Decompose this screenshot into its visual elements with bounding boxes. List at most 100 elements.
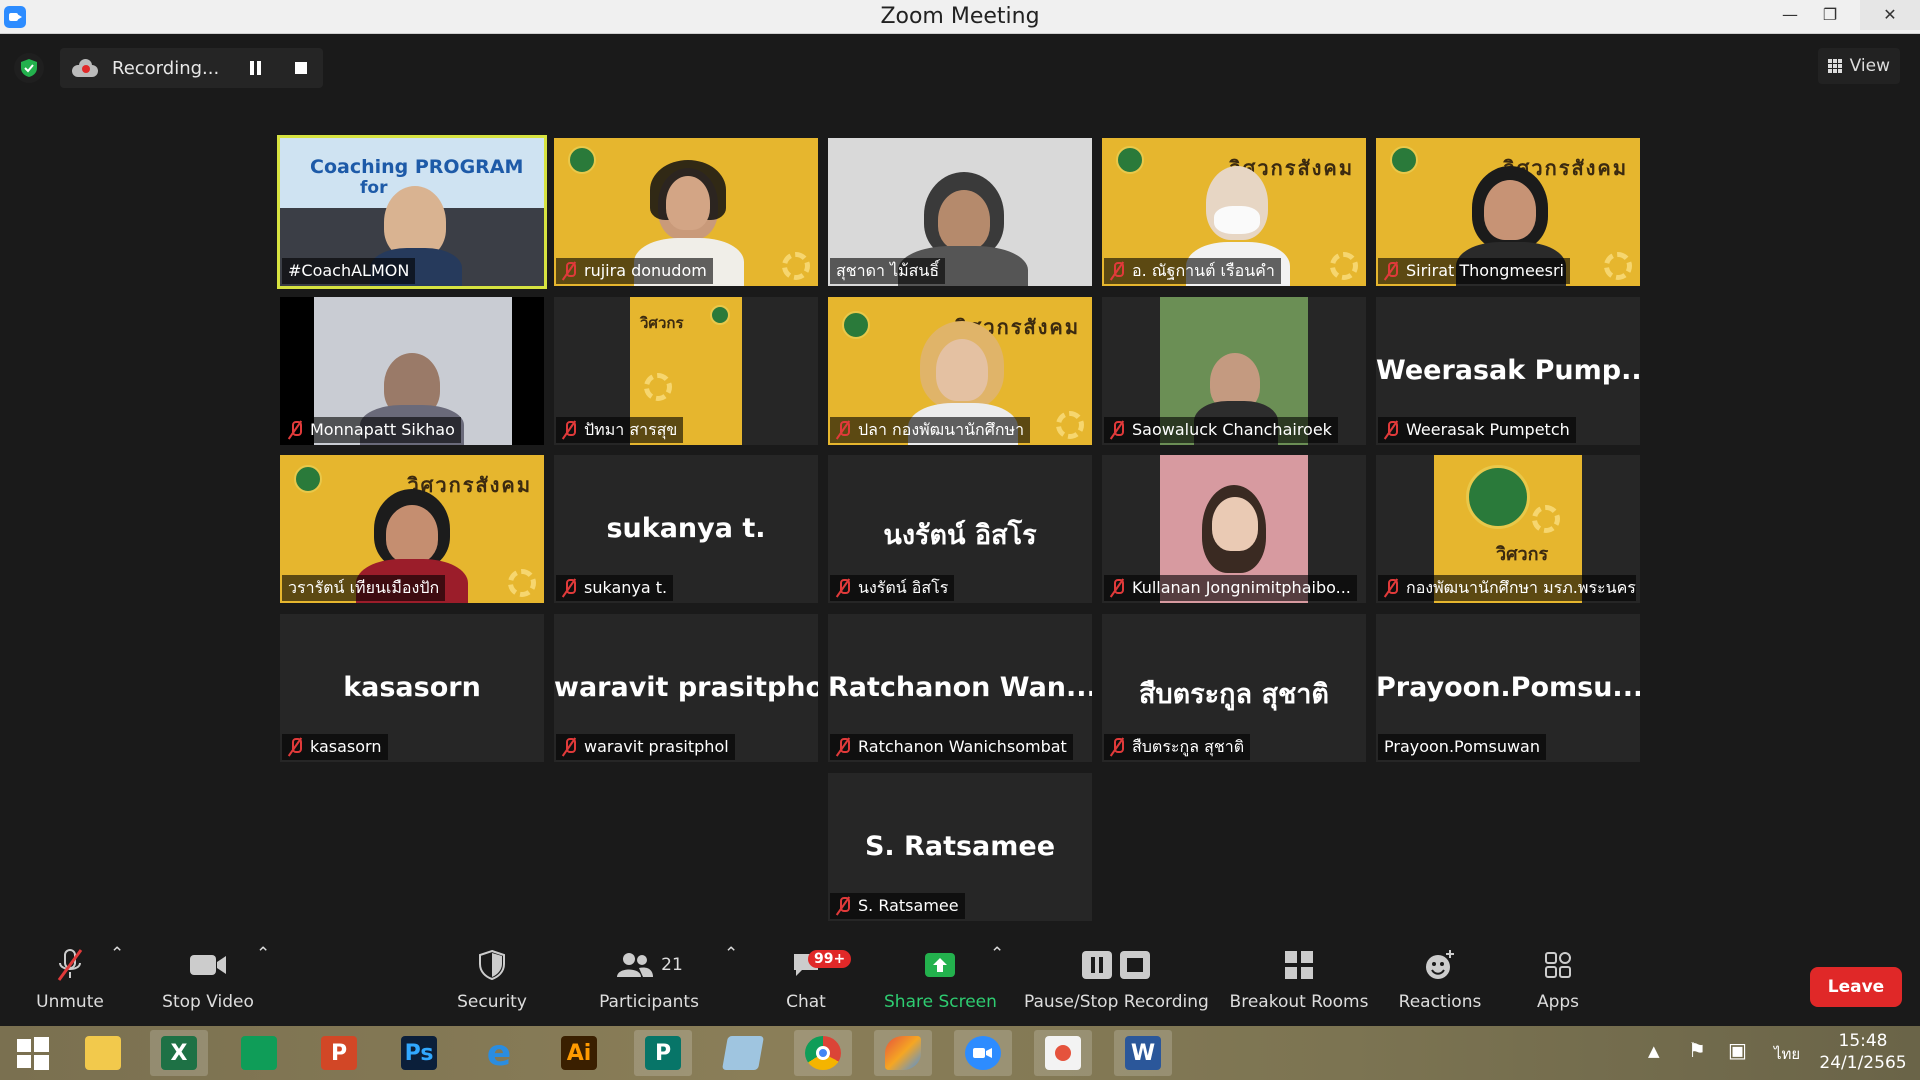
input-language-indicator[interactable]: ไทย [1774, 1042, 1800, 1066]
window-title: Zoom Meeting [880, 4, 1040, 29]
video-tile-rujira[interactable]: rujira donudom [554, 138, 818, 286]
mic-muted-icon [562, 262, 576, 280]
video-tile-ratchanon[interactable]: Ratchanon Wan... Ratchanon Wanichsombat [828, 614, 1092, 762]
participant-name-label: ปัทมา สารสุข [556, 417, 684, 443]
participant-name-display: waravit prasitphol [554, 672, 818, 703]
share-options-chevron-up-icon[interactable]: ⌃ [990, 944, 1004, 1026]
action-center-flag-icon[interactable]: ⚑ [1688, 1038, 1706, 1062]
file-explorer-icon[interactable] [74, 1030, 132, 1076]
reactions-button[interactable]: Reactions [1390, 944, 1490, 1026]
participant-name-label: Weerasak Pumpetch [1378, 417, 1576, 443]
paint-icon[interactable] [874, 1030, 932, 1076]
minimize-button[interactable]: — [1770, 0, 1810, 30]
participant-name-label: waravit prasitphol [556, 734, 735, 760]
excel-icon[interactable]: X [150, 1030, 208, 1076]
chrome-icon[interactable] [794, 1030, 852, 1076]
video-tile-pla[interactable]: วิศวกรสังคม ปลา กองพัฒนานักศึกษา [828, 297, 1092, 445]
internet-explorer-icon[interactable]: e [470, 1030, 528, 1076]
video-tile-student-affairs[interactable]: วิศวกร กองพัฒนานักศึกษา มรภ.พระนคร [1376, 455, 1640, 603]
university-logo-icon [1466, 465, 1530, 529]
stop-recording-button[interactable] [291, 58, 311, 78]
unmute-button[interactable]: Unmute [20, 944, 120, 1026]
security-shield-icon [479, 949, 505, 981]
system-clock[interactable]: 15:48 24/1/2565 [1818, 1030, 1908, 1074]
video-tile-nattakan[interactable]: วิศวกรสังคม อ. ณัฐกานต์ เรือนคำ [1102, 138, 1366, 286]
video-tile-nongrat[interactable]: นงรัตน์ อิสโร นงรัตน์ อิสโร [828, 455, 1092, 603]
audio-options-chevron-up-icon[interactable]: ⌃ [110, 944, 124, 1026]
recording-status: Recording... [112, 57, 220, 79]
video-tile-prayoon[interactable]: Prayoon.Pomsu... Prayoon.Pomsuwan [1376, 614, 1640, 762]
view-button[interactable]: View [1817, 48, 1900, 84]
participant-name-label: Saowaluck Chanchairoek [1104, 417, 1338, 443]
video-camera-icon [190, 955, 226, 975]
photoshop-icon[interactable]: Ps [390, 1030, 448, 1076]
video-tile-kullanan[interactable]: Kullanan Jongnimitphaibo... [1102, 455, 1366, 603]
mic-muted-icon [1384, 579, 1398, 597]
stop-video-button[interactable]: Stop Video [158, 944, 258, 1026]
meeting-area: Recording... View Coaching PROGRAM for #… [0, 34, 1920, 944]
restore-button[interactable]: ❐ [1810, 0, 1850, 30]
video-tile-pattama[interactable]: วิศวกร ปัทมา สารสุข [554, 297, 818, 445]
show-hidden-icons-chevron-up-icon[interactable]: ▲ [1648, 1042, 1660, 1060]
publisher-icon[interactable]: P [634, 1030, 692, 1076]
leave-button[interactable]: Leave [1810, 967, 1902, 1007]
university-logo-icon [568, 146, 596, 174]
clock-date: 24/1/2565 [1819, 1053, 1907, 1073]
mic-muted-icon [562, 421, 576, 439]
slide-text: Coaching PROGRAM [310, 156, 524, 178]
breakout-rooms-button[interactable]: Breakout Rooms [1228, 944, 1370, 1026]
mic-muted-icon [1110, 262, 1124, 280]
meeting-toolbar: Unmute ⌃ Stop Video ⌃ Security 21 Partic… [0, 944, 1920, 1026]
mic-muted-icon [1384, 421, 1398, 439]
mic-muted-icon [562, 579, 576, 597]
clock-time: 15:48 [1838, 1031, 1888, 1051]
apps-button[interactable]: Apps [1512, 944, 1604, 1026]
security-button[interactable]: Security [444, 944, 540, 1026]
store-icon[interactable] [230, 1030, 288, 1076]
zoom-icon[interactable] [954, 1030, 1012, 1076]
video-tile-coachalmon[interactable]: Coaching PROGRAM for #CoachALMON [277, 135, 547, 289]
video-tile-monnapatt[interactable]: Monnapatt Sikhao [280, 297, 544, 445]
pause-stop-recording-button[interactable]: Pause/Stop Recording [1024, 944, 1209, 1026]
powerpoint-icon[interactable]: P [310, 1030, 368, 1076]
university-logo-icon [1116, 146, 1144, 174]
participant-name-label: sukanya t. [556, 575, 674, 601]
mic-muted-icon [1110, 579, 1124, 597]
video-tile-suebtrakul[interactable]: สืบตระกูล สุชาติ สืบตระกูล สุชาติ [1102, 614, 1366, 762]
notepad-icon[interactable] [714, 1030, 772, 1076]
participant-name-label: วรารัตน์ เทียนเมืองปัก [282, 575, 446, 601]
video-tile-wararat[interactable]: วิศวกรสังคม วรารัตน์ เทียนเมืองปัก [280, 455, 544, 603]
illustrator-icon[interactable]: Ai [550, 1030, 608, 1076]
encryption-shield-icon[interactable] [14, 53, 44, 83]
video-options-chevron-up-icon[interactable]: ⌃ [256, 944, 270, 1026]
windows-start-icon[interactable] [4, 1030, 62, 1076]
participant-name-label: Sirirat Thongmeesri [1378, 258, 1570, 284]
recording-bar: Recording... [14, 48, 324, 88]
participant-name-label: กองพัฒนานักศึกษา มรภ.พระนคร [1378, 575, 1636, 601]
video-tile-suchada[interactable]: สุชาดา ไม้สนธิ์ [828, 138, 1092, 286]
participant-name-label: Kullanan Jongnimitphaibo... [1104, 575, 1357, 601]
participants-button[interactable]: 21 Participants [594, 944, 704, 1026]
mic-muted-icon [1110, 421, 1124, 439]
network-icon[interactable]: ▣ [1728, 1038, 1747, 1062]
participants-icon [617, 953, 654, 977]
banner-text: วิศวกร [640, 314, 684, 332]
close-button[interactable]: ✕ [1860, 0, 1920, 30]
participant-name-label: อ. ณัฐกานต์ เรือนคำ [1104, 258, 1281, 284]
video-tile-waravit[interactable]: waravit prasitphol waravit prasitphol [554, 614, 818, 762]
video-tile-saowaluck[interactable]: Saowaluck Chanchairoek [1102, 297, 1366, 445]
video-tile-ratsamee[interactable]: S. Ratsamee S. Ratsamee [828, 773, 1092, 921]
mic-muted-icon [836, 738, 850, 756]
share-screen-button[interactable]: Share Screen [884, 944, 997, 1026]
word-icon[interactable]: W [1114, 1030, 1172, 1076]
video-tile-sukanya[interactable]: sukanya t. sukanya t. [554, 455, 818, 603]
participant-name-label: #CoachALMON [282, 258, 416, 284]
video-tile-kasasorn[interactable]: kasasorn kasasorn [280, 614, 544, 762]
title-bar: Zoom Meeting — ❐ ✕ [0, 0, 1920, 34]
participants-options-chevron-up-icon[interactable]: ⌃ [724, 944, 738, 1026]
media-player-icon[interactable] [1034, 1030, 1092, 1076]
video-tile-sirirat[interactable]: วิศวกรสังคม Sirirat Thongmeesri [1376, 138, 1640, 286]
pause-recording-button[interactable] [245, 58, 265, 78]
video-tile-weerasak[interactable]: Weerasak Pump... Weerasak Pumpetch [1376, 297, 1640, 445]
gear-icon [644, 373, 672, 401]
